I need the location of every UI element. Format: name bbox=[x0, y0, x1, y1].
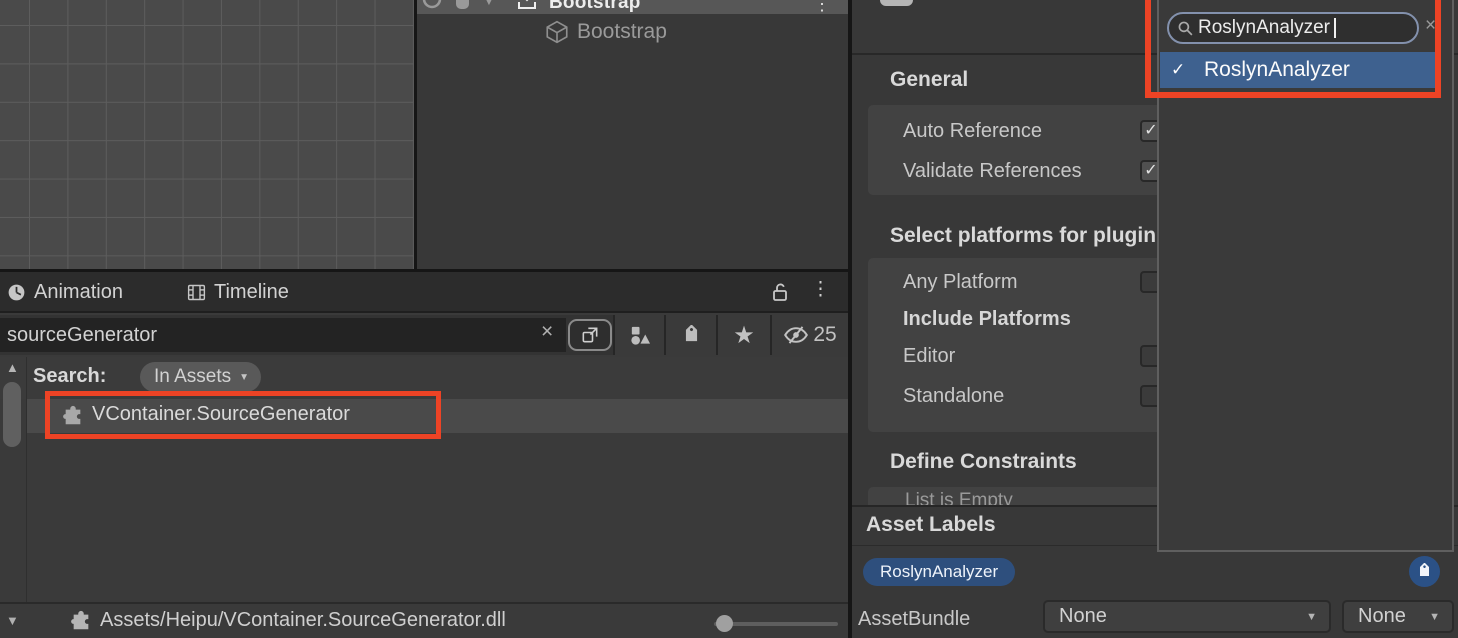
scroll-down-icon[interactable]: ▼ bbox=[6, 613, 19, 628]
include-platforms-label: Include Platforms bbox=[903, 308, 1071, 331]
text-caret bbox=[1334, 18, 1336, 38]
label-search-input[interactable]: RoslynAnalyzer bbox=[1167, 12, 1419, 44]
open-search-window-button[interactable] bbox=[568, 319, 612, 351]
label-pill-text: RoslynAnalyzer bbox=[880, 562, 998, 582]
tag-icon bbox=[1416, 563, 1433, 580]
clock-icon bbox=[6, 282, 27, 303]
eye-slash-icon bbox=[783, 322, 809, 348]
search-scope-label: Search: bbox=[33, 365, 106, 388]
cube-icon bbox=[544, 19, 570, 45]
label-search-value: RoslynAnalyzer bbox=[1198, 17, 1330, 39]
check-icon: ✓ bbox=[1171, 60, 1185, 80]
back-circle-icon[interactable] bbox=[420, 0, 444, 13]
editor-platform-label: Editor bbox=[903, 345, 955, 368]
search-scope-row: Search: In Assets ▼ bbox=[0, 357, 848, 399]
hierarchy-item-label: Bootstrap bbox=[577, 20, 667, 44]
menu-dots-icon[interactable]: ⋮ bbox=[811, 278, 830, 301]
tab-timeline[interactable]: Timeline bbox=[186, 272, 289, 313]
prefab-icon bbox=[515, 0, 539, 13]
search-result-row[interactable]: VContainer.SourceGenerator bbox=[27, 399, 848, 433]
tab-animation[interactable]: Animation bbox=[6, 272, 123, 313]
search-icon bbox=[1177, 20, 1194, 37]
asset-bundle-variant-value: None bbox=[1358, 605, 1406, 628]
constraints-empty-label: List is Empty bbox=[905, 490, 1013, 505]
assembly-plugin-icon bbox=[62, 405, 84, 427]
validate-references-label: Validate References bbox=[903, 160, 1082, 183]
search-scope-value: In Assets bbox=[154, 366, 231, 388]
inspector-header-icon bbox=[880, 0, 913, 6]
check-icon: ✓ bbox=[1144, 123, 1157, 139]
auto-reference-label: Auto Reference bbox=[903, 120, 1042, 143]
project-status-bar: ▼ Assets/Heipu/VContainer.SourceGenerato… bbox=[0, 602, 848, 638]
chevron-down-icon: ▼ bbox=[1429, 611, 1440, 623]
panel-tab-bar: Animation Timeline ⋮ bbox=[0, 272, 848, 313]
open-in-window-icon bbox=[580, 325, 600, 345]
any-platform-label: Any Platform bbox=[903, 271, 1017, 294]
hierarchy-item-bootstrap[interactable]: Bootstrap bbox=[417, 16, 848, 49]
search-result-label: VContainer.SourceGenerator bbox=[92, 403, 350, 426]
unlock-icon[interactable] bbox=[768, 280, 792, 304]
label-option-roslynanalyzer[interactable]: ✓ RoslynAnalyzer bbox=[1160, 52, 1439, 88]
platforms-section-title: Select platforms for plugin bbox=[890, 224, 1156, 248]
asset-bundle-label: AssetBundle bbox=[858, 608, 970, 631]
search-scope-dropdown[interactable]: In Assets ▼ bbox=[140, 362, 261, 392]
scrollbar-divider bbox=[26, 357, 27, 602]
film-icon bbox=[186, 282, 207, 303]
thumbnail-zoom-knob[interactable] bbox=[716, 615, 733, 632]
hidden-count-button[interactable]: 25 bbox=[770, 315, 848, 355]
label-pill-roslynanalyzer[interactable]: RoslynAnalyzer bbox=[863, 558, 1015, 586]
shapes-icon bbox=[628, 324, 651, 347]
chevron-down-icon: ▼ bbox=[239, 372, 249, 383]
project-search-toolbar: × ★ 25 bbox=[0, 315, 848, 355]
clear-search-icon[interactable]: × bbox=[541, 320, 553, 344]
favorites-button[interactable]: ★ bbox=[716, 315, 770, 355]
clear-search-icon[interactable]: × bbox=[1425, 15, 1436, 37]
project-panel: Animation Timeline ⋮ × ★ bbox=[0, 272, 848, 638]
prefab-title: Bootstrap bbox=[549, 0, 641, 14]
hierarchy-prefab-header[interactable]: ▼ Bootstrap ⋮ bbox=[417, 0, 848, 14]
standalone-platform-label: Standalone bbox=[903, 385, 1004, 408]
edit-labels-button[interactable] bbox=[1409, 556, 1440, 587]
filter-by-type-button[interactable] bbox=[613, 315, 664, 355]
hand-tool-icon[interactable] bbox=[450, 0, 474, 13]
unity-editor-window: ▼ Bootstrap ⋮ Bootstrap Animation Timeli… bbox=[0, 0, 1458, 638]
asset-bundle-variant-dropdown[interactable]: None ▼ bbox=[1342, 600, 1454, 633]
menu-dots-icon[interactable]: ⋮ bbox=[813, 0, 831, 14]
define-constraints-title: Define Constraints bbox=[890, 450, 1077, 474]
asset-labels-title: Asset Labels bbox=[866, 513, 996, 537]
chevron-down-icon: ▼ bbox=[1306, 611, 1317, 623]
check-icon: ✓ bbox=[1144, 163, 1157, 179]
label-search-popup: RoslynAnalyzer × ✓ RoslynAnalyzer bbox=[1157, 0, 1454, 552]
asset-bundle-dropdown[interactable]: None ▼ bbox=[1043, 600, 1331, 633]
general-section-title: General bbox=[890, 68, 968, 92]
scroll-up-icon[interactable]: ▲ bbox=[6, 360, 19, 375]
assembly-plugin-icon bbox=[70, 610, 92, 632]
scene-grid-view[interactable] bbox=[0, 0, 414, 269]
filter-by-label-button[interactable] bbox=[664, 315, 716, 355]
tab-timeline-label: Timeline bbox=[214, 281, 289, 304]
selected-asset-path: Assets/Heipu/VContainer.SourceGenerator.… bbox=[100, 609, 506, 632]
star-icon: ★ bbox=[733, 321, 755, 350]
label-option-text: RoslynAnalyzer bbox=[1204, 58, 1350, 82]
asset-bundle-value: None bbox=[1059, 605, 1107, 628]
chevron-down-icon[interactable]: ▼ bbox=[483, 0, 507, 14]
tag-icon bbox=[681, 325, 702, 346]
hierarchy-panel: ▼ Bootstrap ⋮ Bootstrap bbox=[417, 0, 848, 269]
scrollbar-thumb[interactable] bbox=[3, 382, 21, 447]
hidden-count: 25 bbox=[813, 323, 836, 347]
tab-animation-label: Animation bbox=[34, 281, 123, 304]
project-search-input[interactable] bbox=[0, 318, 566, 352]
